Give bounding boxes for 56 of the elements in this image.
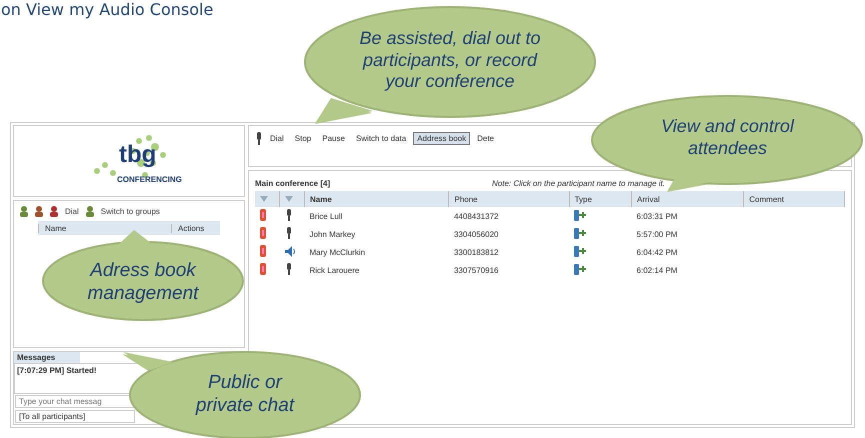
phone-line-icon: [574, 264, 586, 274]
handset-icon[interactable]: [260, 227, 266, 239]
toolbar-button[interactable]: Stop: [290, 132, 316, 145]
phone-line-icon: [574, 228, 586, 238]
handset-icon[interactable]: [260, 209, 266, 221]
person-icon[interactable]: [48, 205, 60, 217]
phone-line-icon: [574, 246, 586, 256]
toolbar-button[interactable]: Pause: [318, 132, 349, 145]
logo-wordmark: tbg: [119, 141, 156, 169]
phone-line-icon: [574, 210, 586, 220]
column-header[interactable]: Phone: [448, 191, 570, 207]
table-cell-text: 3307570916: [452, 264, 500, 276]
handset-icon[interactable]: [260, 263, 266, 275]
participant-name[interactable]: John Markey: [304, 225, 449, 243]
callout-text: Public or private chat: [194, 372, 296, 418]
table-cell-text: 5:57:00 PM: [636, 228, 678, 240]
toolbar-button[interactable]: Switch to data: [352, 132, 410, 145]
column-header[interactable]: Name: [304, 191, 449, 207]
microphone-icon[interactable]: [284, 227, 292, 239]
toolbar-button[interactable]: Dete: [473, 132, 498, 145]
person-icon[interactable]: [33, 205, 45, 217]
messages-tab[interactable]: Messages: [14, 352, 80, 363]
recipient-select[interactable]: [To all participants]: [15, 410, 135, 423]
toolbar-button[interactable]: Dial: [266, 132, 288, 145]
participant-name[interactable]: Mary McClurkin: [304, 243, 449, 261]
table-cell: 4408431372: [448, 207, 570, 225]
page-heading: on View my Audio Console: [1, 0, 214, 20]
callout-text: Be assisted, dial out to participants, or record your conference: [358, 28, 542, 93]
callout-text: Adress book management: [86, 260, 200, 306]
toolbar-button[interactable]: Switch to groups: [98, 206, 162, 216]
column-header[interactable]: Arrival: [632, 191, 744, 207]
person-icon[interactable]: [84, 205, 96, 217]
conference-title: Main conference [4]: [255, 179, 330, 188]
participant-name[interactable]: Rick Larouere: [304, 261, 449, 279]
microphone-icon[interactable]: [255, 132, 263, 145]
microphone-icon[interactable]: [284, 263, 292, 275]
table-cell-text: 6:02:14 PM: [636, 264, 678, 276]
toolbar-button[interactable]: Dial: [63, 206, 81, 216]
column-header[interactable]: Comment: [744, 191, 844, 207]
table-cell-text: 3300183812: [452, 246, 500, 258]
speaker-icon[interactable]: [284, 246, 296, 256]
callout-text: View and control attendees: [660, 116, 796, 160]
chat-input-field[interactable]: Type your chat messag: [15, 395, 135, 408]
table-cell-text: 3304056020: [452, 228, 500, 240]
conference-note: Note: Click on the participant name to manage it.: [492, 179, 665, 188]
table-cell: 6:03:31 PM: [632, 207, 744, 225]
microphone-icon[interactable]: [284, 209, 292, 221]
column-header[interactable]: Type: [569, 191, 632, 207]
person-icon[interactable]: [18, 205, 30, 217]
chat-message: [7:07:29 PM] Started!: [17, 366, 97, 375]
participant-name[interactable]: Brice Lull: [304, 207, 449, 225]
column-header[interactable]: Actions: [171, 224, 220, 232]
logo-tagline: CONFERENCING: [117, 175, 182, 184]
handset-icon[interactable]: [260, 245, 266, 257]
toolbar-button[interactable]: Address book: [413, 132, 470, 145]
table-cell-text: 6:04:42 PM: [636, 246, 678, 258]
